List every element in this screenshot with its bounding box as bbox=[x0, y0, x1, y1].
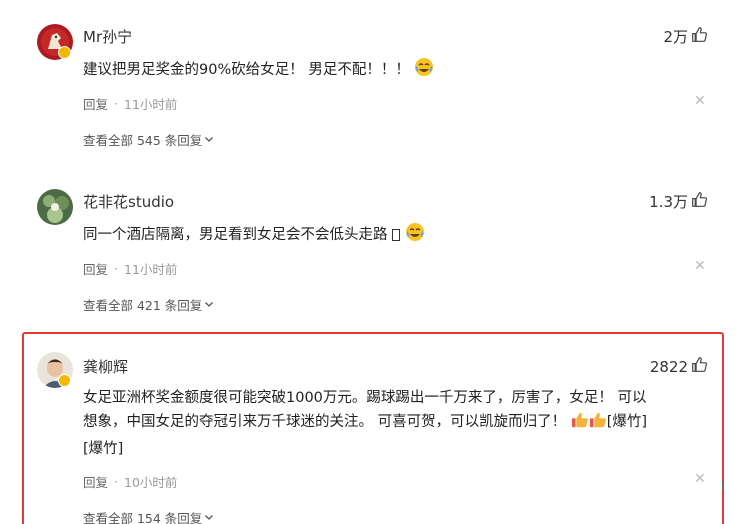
comment-item: 花非花studio 1.3万 同一个酒店隔离，男足看到女足会不会低头走路 回复 … bbox=[0, 165, 738, 325]
verified-badge-icon bbox=[58, 46, 71, 59]
close-icon[interactable]: ✕ bbox=[694, 93, 706, 109]
reply-button[interactable]: 回复 bbox=[83, 94, 108, 113]
timestamp: 11小时前 bbox=[124, 97, 178, 112]
thumbs-up-emoji-icon bbox=[589, 411, 607, 437]
like-count: 2万 bbox=[663, 28, 688, 46]
thumbs-up-emoji-icon bbox=[571, 411, 589, 437]
close-icon[interactable]: ✕ bbox=[694, 471, 706, 487]
like-button[interactable]: 2万 bbox=[663, 26, 708, 47]
timestamp: 11小时前 bbox=[124, 262, 178, 277]
reply-button[interactable]: 回复 bbox=[83, 472, 108, 491]
chevron-down-icon bbox=[204, 510, 214, 524]
close-icon[interactable]: ✕ bbox=[694, 258, 706, 274]
missing-glyph-icon bbox=[392, 226, 401, 250]
comment-text: 女足亚洲杯奖金额度很可能突破1000万元。踢球踢出一千万来了，厉害了，女足！ 可… bbox=[83, 390, 648, 457]
thumbs-up-icon bbox=[691, 26, 708, 47]
username[interactable]: Mr孙宁 bbox=[83, 26, 132, 47]
comment-item: Mr孙宁 2万 建议把男足奖金的90%砍给女足！ 男足不配！！！ 回复 · 11… bbox=[0, 0, 738, 160]
comment-item: 龚柳辉 2822 女足亚洲杯奖金额度很可能突破1000万元。踢球踢出一千万来了，… bbox=[0, 330, 738, 524]
like-button[interactable]: 1.3万 bbox=[649, 191, 708, 212]
thumbs-up-icon bbox=[691, 356, 708, 377]
avatar[interactable] bbox=[37, 189, 73, 225]
crying-laugh-emoji-icon bbox=[414, 57, 434, 85]
like-button[interactable]: 2822 bbox=[650, 356, 708, 377]
username[interactable]: 花非花studio bbox=[83, 191, 174, 212]
verified-badge-icon bbox=[58, 374, 71, 387]
comment-text: 建议把男足奖金的90%砍给女足！ 男足不配！！！ bbox=[83, 57, 434, 85]
view-all-replies-link[interactable]: 查看全部 545 条回复 bbox=[83, 130, 214, 149]
comment-meta: 回复 · 10小时前 bbox=[83, 472, 178, 491]
edge-glyph: i bbox=[721, 478, 725, 492]
chevron-down-icon bbox=[204, 297, 214, 312]
username[interactable]: 龚柳辉 bbox=[83, 356, 128, 377]
view-all-replies-link[interactable]: 查看全部 421 条回复 bbox=[83, 295, 214, 314]
comment-meta: 回复 · 11小时前 bbox=[83, 94, 178, 113]
view-all-replies-link[interactable]: 查看全部 154 条回复 bbox=[83, 508, 214, 524]
like-count: 2822 bbox=[649, 357, 688, 376]
crying-laugh-emoji-icon bbox=[405, 222, 425, 250]
comment-text: 同一个酒店隔离，男足看到女足会不会低头走路 bbox=[83, 222, 425, 250]
like-count: 1.3万 bbox=[649, 193, 688, 211]
thumbs-up-icon bbox=[691, 191, 708, 212]
reply-button[interactable]: 回复 bbox=[83, 259, 108, 278]
chevron-down-icon bbox=[204, 132, 214, 147]
timestamp: 10小时前 bbox=[124, 475, 178, 490]
comment-meta: 回复 · 11小时前 bbox=[83, 259, 178, 278]
